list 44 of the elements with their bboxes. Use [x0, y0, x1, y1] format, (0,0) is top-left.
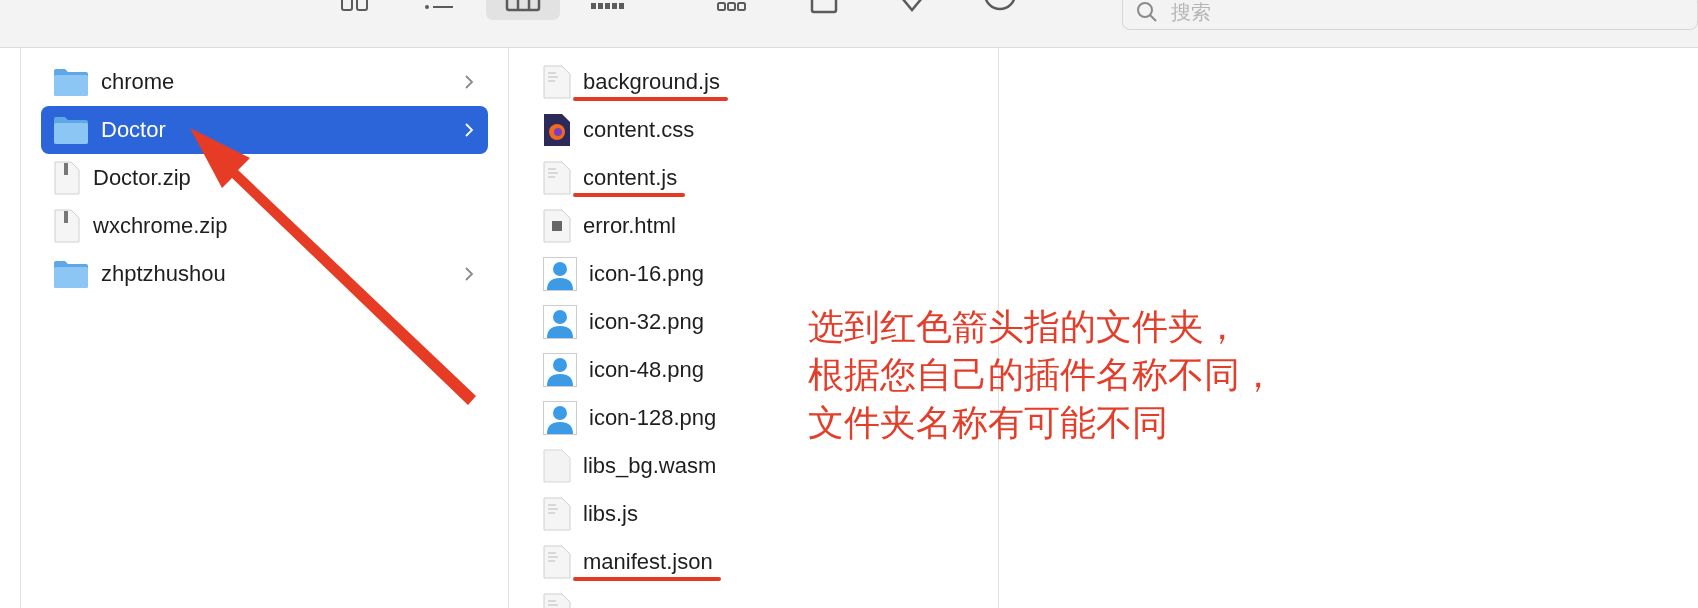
file-item[interactable]: content.js: [529, 154, 692, 202]
gallery-view-icon: [589, 2, 625, 12]
column-view-icon: [505, 0, 541, 12]
file-item[interactable]: wxchrome.zip: [41, 202, 488, 250]
folder-item[interactable]: chrome: [41, 58, 488, 106]
share-icon[interactable]: [809, 0, 839, 14]
person-image-icon: [543, 353, 577, 387]
file-item[interactable]: content.css: [529, 106, 709, 154]
search-icon: [1136, 2, 1158, 22]
chevron-right-icon: [464, 74, 474, 90]
annotation-text: 文件夹名称有可能不同: [808, 401, 1169, 445]
blank-file-icon: [543, 449, 571, 483]
list-view-icon: [423, 2, 455, 12]
folder-icon: [53, 115, 89, 145]
css-file-icon: [543, 113, 571, 147]
chevron-right-icon: [464, 266, 474, 282]
file-item[interactable]: libs_bg.wasm: [529, 442, 731, 490]
file-item[interactable]: libs.js: [529, 490, 652, 538]
annotation-text: 根据您自己的插件名称不同，: [808, 353, 1276, 397]
person-image-icon: [543, 257, 577, 291]
chevron-right-icon: [464, 122, 474, 138]
person-image-icon: [543, 401, 577, 435]
file-item[interactable]: icon-32.png: [529, 298, 718, 346]
script-file-icon: [543, 65, 571, 99]
script-file-icon: [543, 497, 571, 531]
file-item[interactable]: background.js: [529, 58, 734, 106]
file-item[interactable]: icon-48.png: [529, 346, 718, 394]
html-file-icon: [543, 209, 571, 243]
file-item[interactable]: icon-16.png: [529, 250, 718, 298]
file-item[interactable]: manifest.json: [529, 538, 727, 586]
script-file-icon: [543, 161, 571, 195]
search-field[interactable]: 搜索: [1122, 0, 1698, 30]
document-file-icon: [543, 545, 571, 579]
file-item[interactable]: error.html: [529, 202, 690, 250]
annotation-text: 选到红色箭头指的文件夹，: [808, 305, 1241, 349]
person-image-icon: [543, 305, 577, 339]
folder-icon: [53, 259, 89, 289]
folder-icon: [53, 67, 89, 97]
folder-item[interactable]: Doctor: [41, 106, 488, 154]
zip-file-icon: [53, 209, 81, 243]
file-item[interactable]: icon-128.png: [529, 394, 731, 442]
grid-view-icon: [340, 0, 370, 12]
zip-file-icon: [53, 161, 81, 195]
file-item[interactable]: Doctor.zip: [41, 154, 488, 202]
